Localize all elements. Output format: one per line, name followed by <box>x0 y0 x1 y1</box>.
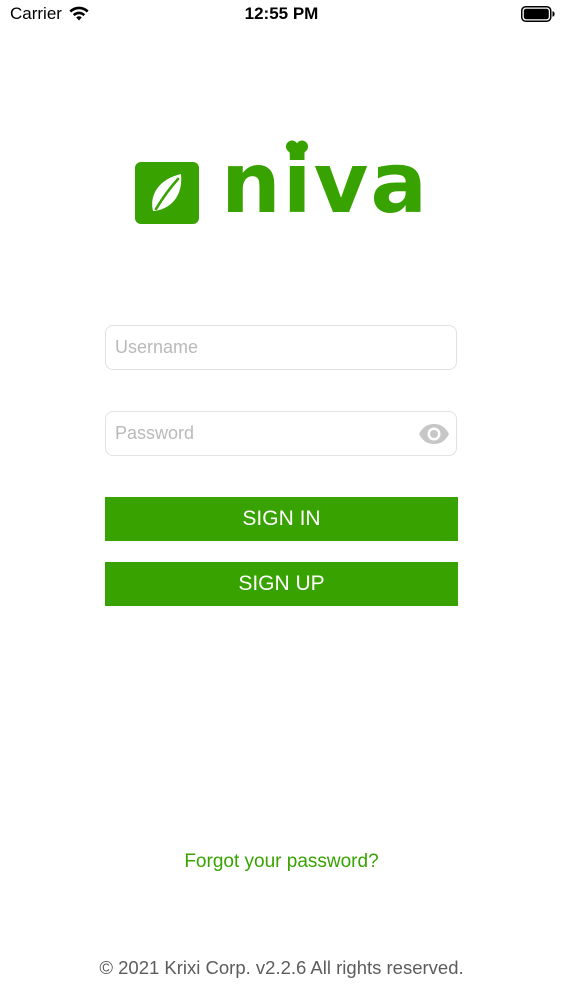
username-input[interactable] <box>115 326 415 369</box>
eye-icon[interactable] <box>418 423 450 445</box>
sign-in-button[interactable]: SIGN IN <box>105 497 458 541</box>
password-input[interactable] <box>115 412 415 455</box>
username-field[interactable] <box>105 325 457 370</box>
sign-up-button[interactable]: SIGN UP <box>105 562 458 606</box>
password-field[interactable] <box>105 411 457 456</box>
niva-logo: niva <box>135 138 429 228</box>
battery-full-icon <box>521 6 555 22</box>
heart-icon <box>285 140 309 160</box>
copyright-footer: © 2021 Krixi Corp. v2.2.6 All rights res… <box>99 957 464 978</box>
leaf-icon <box>135 162 199 224</box>
clock: 12:55 PM <box>244 4 319 23</box>
status-bar: Carrier 12:55 PM <box>0 0 563 30</box>
forgot-password-link[interactable]: Forgot your password? <box>0 851 563 873</box>
logo-wordmark: niva <box>221 134 430 232</box>
